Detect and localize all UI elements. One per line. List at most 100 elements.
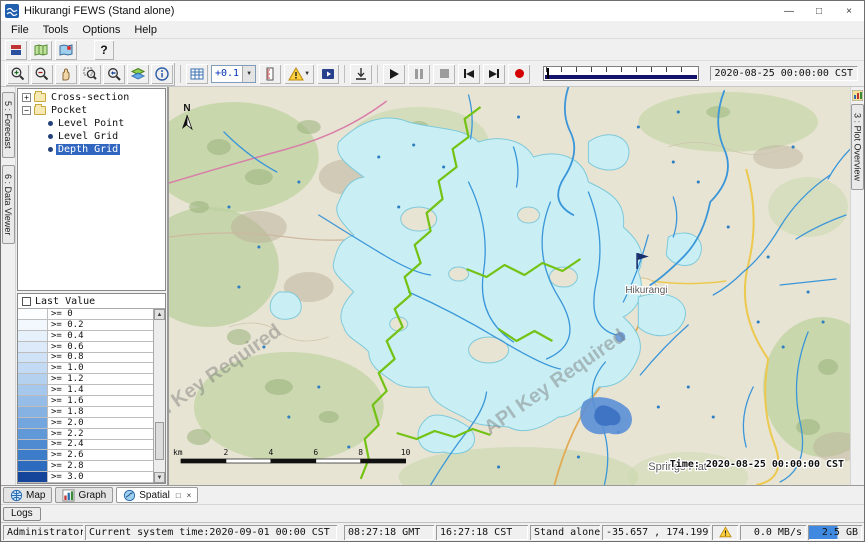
tab-spatial[interactable]: Spatial □ × <box>116 487 198 503</box>
tab-maximize-icon[interactable]: □ <box>176 491 181 500</box>
open-map-button[interactable] <box>30 40 52 60</box>
status-mode: Stand alone <box>530 525 600 540</box>
animation-export-button[interactable] <box>317 64 339 84</box>
scroll-up-icon[interactable]: ▲ <box>154 309 165 320</box>
toolbar-separator <box>180 65 181 83</box>
interval-combobox[interactable]: +0.1 ▼ <box>211 65 256 83</box>
tree-item-label[interactable]: Depth Grid <box>56 144 120 155</box>
record-icon <box>515 69 524 78</box>
legend-value-label: >= 2.6 <box>48 450 153 460</box>
legend-header-label: Last Value <box>35 296 95 307</box>
warnings-button[interactable]: ▼ <box>284 64 314 84</box>
status-warning[interactable] <box>712 525 738 540</box>
legend-color-swatch <box>18 461 48 471</box>
legend-row: >= 2.8 <box>18 461 153 472</box>
tree-item-level-grid[interactable]: Level Grid <box>18 130 165 143</box>
play-button[interactable] <box>383 64 405 84</box>
scroll-down-icon[interactable]: ▼ <box>154 472 165 483</box>
status-system-time: Current system time:2020-09-01 00:00 CST <box>85 525 337 540</box>
maximize-button[interactable]: □ <box>804 1 834 21</box>
last-value-checkbox[interactable] <box>22 297 31 306</box>
grid-icon <box>189 66 205 82</box>
stop-button[interactable] <box>433 64 455 84</box>
tree-item-cross-section[interactable]: + Cross-section <box>18 91 165 104</box>
tab-spatial-label: Spatial <box>139 490 170 501</box>
export-map-button[interactable] <box>55 40 77 60</box>
info-button[interactable] <box>151 64 173 84</box>
tree-collapse-icon[interactable]: − <box>22 106 31 115</box>
title-bar[interactable]: Hikurangi FEWS (Stand alone) — □ × <box>1 1 864 21</box>
time-slider[interactable] <box>543 66 698 81</box>
menu-options[interactable]: Options <box>75 22 127 38</box>
sidebar-tab-forecast[interactable]: 5 : Forecast <box>2 92 15 158</box>
zoom-out-button[interactable] <box>31 64 53 84</box>
bullet-icon <box>48 147 53 152</box>
zoom-box-icon <box>82 66 98 82</box>
bullet-icon <box>48 121 53 126</box>
movie-icon <box>320 66 336 82</box>
zoom-box-button[interactable] <box>79 64 101 84</box>
layers-button[interactable] <box>127 64 149 84</box>
legend-row: >= 0.4 <box>18 331 153 342</box>
record-button[interactable] <box>508 64 530 84</box>
app-logo-icon <box>5 4 19 18</box>
legend-row: >= 1.6 <box>18 396 153 407</box>
sidebar-tab-data-viewer[interactable]: 6 : Data Viewer <box>2 165 15 244</box>
database-button[interactable] <box>5 40 27 60</box>
zoom-previous-button[interactable] <box>103 64 125 84</box>
pause-button[interactable] <box>408 64 430 84</box>
map-view[interactable]: API Key Required API Key Required Hikura… <box>168 87 850 485</box>
tab-graph[interactable]: Graph <box>55 487 113 503</box>
tab-map-label: Map <box>26 490 45 501</box>
map-marker-icon <box>58 42 74 58</box>
goto-current-time-button[interactable] <box>350 64 372 84</box>
legend-color-swatch <box>18 450 48 460</box>
legend-scrollbar[interactable]: ▲ ▼ <box>153 309 165 483</box>
help-button[interactable]: ? <box>94 40 114 60</box>
grid-display-button[interactable] <box>186 64 208 84</box>
tree-expand-icon[interactable]: + <box>22 93 31 102</box>
legend-row: >= 1.0 <box>18 363 153 374</box>
logs-button[interactable]: Logs <box>3 507 41 521</box>
scrollbar-track[interactable] <box>154 320 165 472</box>
sidebar-tab-plot-overview[interactable]: 3 : Plot Overview <box>851 104 864 190</box>
map-canvas[interactable]: API Key Required API Key Required Hikura… <box>169 87 850 485</box>
tab-close-icon[interactable]: × <box>187 491 192 500</box>
close-button[interactable]: × <box>834 1 864 21</box>
minimize-button[interactable]: — <box>774 1 804 21</box>
menu-tools[interactable]: Tools <box>36 22 76 38</box>
stop-icon <box>440 69 449 78</box>
folder-icon <box>34 106 46 115</box>
menu-file[interactable]: File <box>4 22 36 38</box>
tree-item-label[interactable]: Pocket <box>49 105 89 116</box>
zoom-in-button[interactable] <box>7 64 29 84</box>
skip-to-end-button[interactable] <box>483 64 505 84</box>
town-label: Hikurangi <box>625 285 667 296</box>
scale-button[interactable] <box>259 64 281 84</box>
tree-item-label[interactable]: Cross-section <box>49 92 131 103</box>
tree-item-pocket[interactable]: − Pocket <box>18 104 165 117</box>
legend-value-label: >= 1.4 <box>48 385 153 395</box>
current-datetime: 2020-08-25 00:00:00 CST <box>710 66 858 81</box>
pan-hand-icon <box>58 66 74 82</box>
time-slider-ticks <box>546 67 695 72</box>
legend-color-swatch <box>18 309 48 319</box>
chevron-down-icon[interactable]: ▼ <box>242 66 255 82</box>
status-time-local: 16:27:18 CST <box>436 525 528 540</box>
tab-map[interactable]: Map <box>3 487 52 503</box>
legend-color-swatch <box>18 418 48 428</box>
tree-item-label[interactable]: Level Point <box>56 118 126 129</box>
menu-help[interactable]: Help <box>127 22 164 38</box>
toolbar-separator <box>344 65 345 83</box>
pan-button[interactable] <box>55 64 77 84</box>
tree-item-level-point[interactable]: Level Point <box>18 117 165 130</box>
tree-item-label[interactable]: Level Grid <box>56 131 120 142</box>
drop-to-time-icon <box>353 66 369 82</box>
tree-item-depth-grid[interactable]: Depth Grid <box>18 143 165 156</box>
status-time-gmt: 08:27:18 GMT <box>344 525 434 540</box>
legend-value-label: >= 0.4 <box>48 331 153 341</box>
time-slider-cursor[interactable] <box>547 68 549 79</box>
scrollbar-thumb[interactable] <box>155 422 164 460</box>
legend-row: >= 2.6 <box>18 450 153 461</box>
skip-to-start-button[interactable] <box>458 64 480 84</box>
